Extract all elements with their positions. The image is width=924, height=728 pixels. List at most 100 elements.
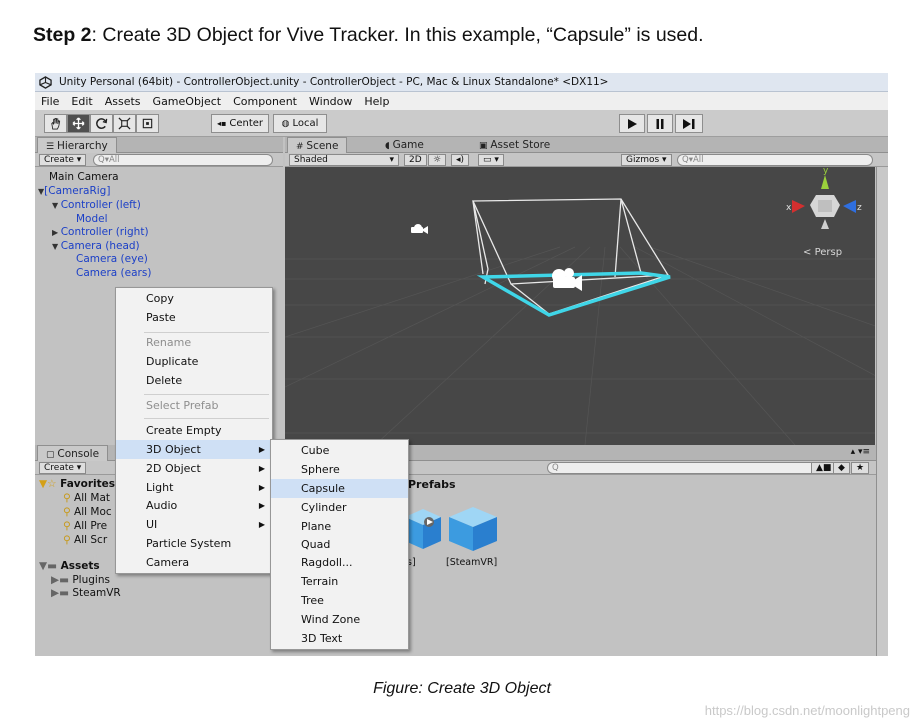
menu-item-delete[interactable]: Delete xyxy=(116,371,272,390)
search-icon: ⚲ xyxy=(63,534,75,546)
menu-item-wind-zone[interactable]: Wind Zone xyxy=(271,610,408,629)
effects-toggle[interactable]: ▭ ▾ xyxy=(478,154,504,166)
hierarchy-item-main-camera[interactable]: Main Camera xyxy=(49,171,119,183)
menu-item-3d-object[interactable]: 3D Object ▶ xyxy=(116,440,272,459)
hierarchy-item-camerarig[interactable]: ▼[CameraRig] xyxy=(38,185,110,197)
menu-assets[interactable]: Assets xyxy=(105,95,141,108)
menu-help[interactable]: Help xyxy=(364,95,389,108)
grid-icon: # xyxy=(296,142,307,152)
menu-edit[interactable]: Edit xyxy=(71,95,92,108)
menu-item-light[interactable]: Light ▶ xyxy=(116,478,272,497)
step-label: Step 2 xyxy=(33,24,92,46)
scene-search-input[interactable]: Q▾All xyxy=(677,154,873,166)
submenu-arrow-icon: ▶ xyxy=(258,501,265,510)
scale-tool-button[interactable] xyxy=(113,114,136,133)
menu-item-plane[interactable]: Plane xyxy=(271,517,408,536)
menu-item-ragdoll[interactable]: Ragdoll... xyxy=(271,553,408,572)
selection-box xyxy=(471,198,670,315)
play-icon xyxy=(628,118,637,129)
hierarchy-item-camera-ears[interactable]: Camera (ears) xyxy=(76,267,151,279)
play-button[interactable] xyxy=(619,114,645,133)
hand-tool-icon xyxy=(51,117,61,130)
menu-item-audio[interactable]: Audio ▶ xyxy=(116,496,272,515)
menu-item-copy[interactable]: Copy xyxy=(116,289,272,308)
menu-item-create-empty[interactable]: Create Empty xyxy=(116,421,272,440)
hierarchy-create-button[interactable]: Create ▾ xyxy=(39,154,87,166)
hierarchy-item-controller-left[interactable]: ▼ Controller (left) xyxy=(52,199,141,211)
filter-label-button[interactable]: ◆ xyxy=(833,462,850,474)
hierarchy-item-camera-eye[interactable]: Camera (eye) xyxy=(76,253,148,265)
watermark: https://blog.csdn.net/moonlightpeng xyxy=(704,703,910,718)
shading-mode-dropdown[interactable]: Shaded ▾ xyxy=(289,154,399,166)
menu-item-cube[interactable]: Cube xyxy=(271,441,408,460)
hand-tool-button[interactable] xyxy=(44,114,67,133)
menu-item-particle-system[interactable]: Particle System xyxy=(116,534,272,553)
menu-gameobject[interactable]: GameObject xyxy=(153,95,222,108)
menu-component[interactable]: Component xyxy=(233,95,297,108)
step-text: : Create 3D Object for Vive Tracker. In … xyxy=(91,24,704,46)
rotate-tool-button[interactable] xyxy=(90,114,113,133)
menu-item-terrain[interactable]: Terrain xyxy=(271,572,408,591)
hierarchy-item-controller-right[interactable]: ▶ Controller (right) xyxy=(52,226,149,238)
prefab-label: [SteamVR] xyxy=(446,557,498,568)
hierarchy-search-input[interactable]: Q▾All xyxy=(93,154,273,166)
favorite-item[interactable]: ⚲ All Pre xyxy=(63,520,107,532)
menu-item-cylinder[interactable]: Cylinder xyxy=(271,498,408,517)
tab-hierarchy[interactable]: ☰ Hierarchy xyxy=(37,137,117,153)
menu-item-3d-text[interactable]: 3D Text xyxy=(271,629,408,648)
assets-header[interactable]: ▼▬ Assets xyxy=(39,560,100,572)
pivot-center-button[interactable]: ◂▪ Center xyxy=(211,114,269,133)
pacman-icon: ◖ xyxy=(385,141,393,151)
asset-folder-plugins[interactable]: ▶▬ Plugins xyxy=(51,574,110,586)
pause-button[interactable] xyxy=(647,114,673,133)
lighting-toggle[interactable]: ☼ xyxy=(428,154,447,166)
step-button[interactable] xyxy=(675,114,703,133)
favorites-header[interactable]: ▼☆ Favorites xyxy=(39,478,115,490)
scene-view[interactable]: y x z < Persp xyxy=(285,167,875,445)
move-tool-button[interactable] xyxy=(67,114,90,133)
project-search-input[interactable]: Q xyxy=(547,462,825,474)
panel-lock-icon[interactable]: ▴ ▾≡ xyxy=(851,447,870,457)
favorite-item[interactable]: ⚲ All Scr xyxy=(63,534,107,546)
rect-tool-button[interactable] xyxy=(136,114,159,133)
pivot-local-label: Local xyxy=(292,118,319,129)
project-create-button[interactable]: Create ▾ xyxy=(39,462,87,474)
menu-item-ui[interactable]: UI ▶ xyxy=(116,515,272,534)
hierarchy-item-camera-head[interactable]: ▼ Camera (head) xyxy=(52,240,140,252)
menu-item-2d-object[interactable]: 2D Object ▶ xyxy=(116,459,272,478)
orientation-gizmo[interactable] xyxy=(792,175,856,229)
menu-item-camera[interactable]: Camera xyxy=(116,553,272,572)
pivot-local-button[interactable]: ◍ Local xyxy=(273,114,327,133)
menu-file[interactable]: File xyxy=(41,95,59,108)
menu-item-tree[interactable]: Tree xyxy=(271,591,408,610)
main-toolbar: ◂▪ Center ◍ Local xyxy=(35,110,888,137)
scrollbar[interactable] xyxy=(876,445,888,656)
menu-item-paste[interactable]: Paste xyxy=(116,308,272,327)
audio-toggle[interactable]: ◂) xyxy=(451,154,470,166)
menu-item-quad[interactable]: Quad xyxy=(271,535,408,554)
menu-item-duplicate[interactable]: Duplicate xyxy=(116,352,272,371)
menu-window[interactable]: Window xyxy=(309,95,352,108)
tab-game[interactable]: ◖ Game xyxy=(377,137,432,153)
tab-console[interactable]: ▢ Console xyxy=(37,445,109,461)
favorite-star-button[interactable]: ★ xyxy=(851,462,870,474)
axis-z-label: z xyxy=(857,203,862,213)
gizmos-dropdown[interactable]: Gizmos ▾ xyxy=(621,154,672,166)
asset-folder-steamvr[interactable]: ▶▬ SteamVR xyxy=(51,587,121,599)
prefab-cube-icon[interactable] xyxy=(447,505,501,553)
favorite-item[interactable]: ⚲ All Mat xyxy=(63,492,110,504)
persp-label[interactable]: < Persp xyxy=(803,247,842,258)
tab-asset-store[interactable]: ▣ Asset Store xyxy=(471,137,558,153)
menu-item-capsule[interactable]: Capsule xyxy=(271,479,408,498)
hierarchy-subbar: Create ▾ Q▾All xyxy=(35,153,283,167)
speaker-icon: ◂) xyxy=(456,155,465,165)
tab-scene[interactable]: # Scene xyxy=(287,137,348,153)
menu-item-sphere[interactable]: Sphere xyxy=(271,460,408,479)
mode-2d-toggle[interactable]: 2D xyxy=(404,154,427,166)
favorite-item[interactable]: ⚲ All Moc xyxy=(63,506,112,518)
menu-item-select-prefab[interactable]: Select Prefab xyxy=(116,396,272,415)
menu-item-rename[interactable]: Rename xyxy=(116,333,272,352)
scene-canvas: y x z < Persp xyxy=(285,167,875,445)
hierarchy-item-model[interactable]: Model xyxy=(76,213,108,225)
sun-icon: ☼ xyxy=(433,155,442,165)
